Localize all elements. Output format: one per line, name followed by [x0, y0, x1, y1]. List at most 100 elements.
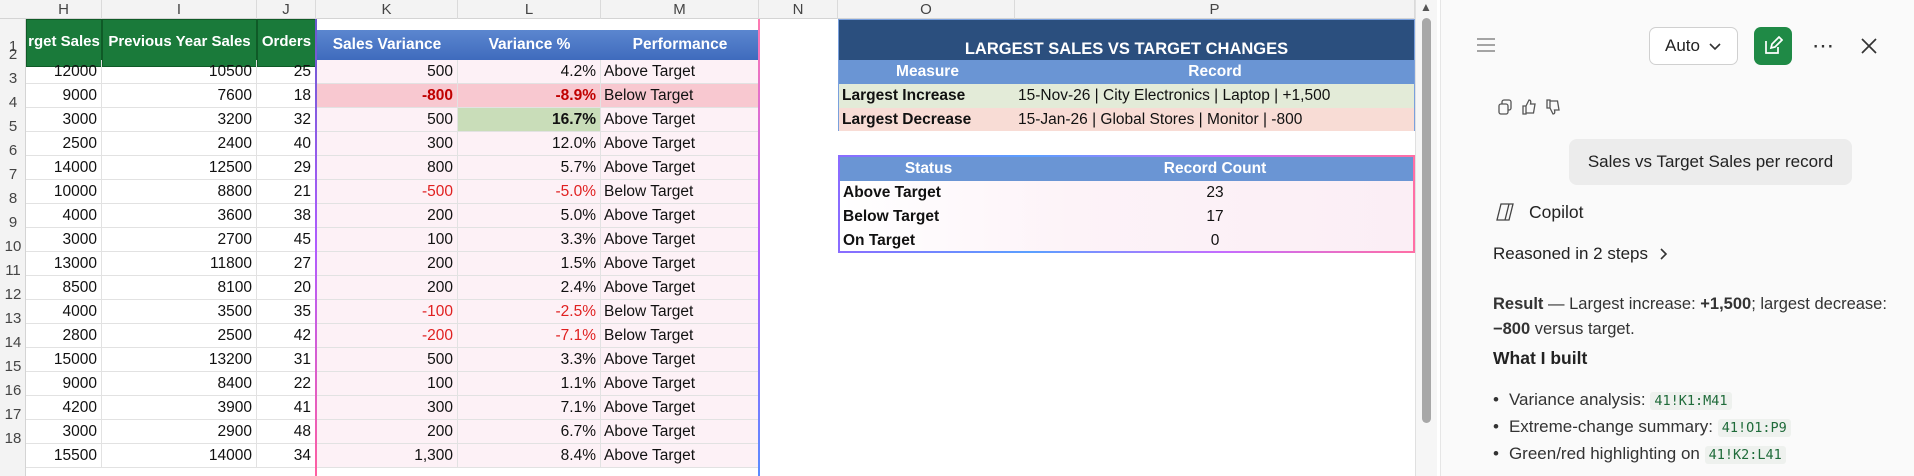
- table-cell-j[interactable]: 29: [257, 156, 316, 180]
- table-cell-l[interactable]: 1.1%: [458, 372, 601, 396]
- table-cell-l[interactable]: 3.3%: [458, 348, 601, 372]
- row-header[interactable]: 15: [0, 355, 26, 379]
- table-cell-l[interactable]: 5.0%: [458, 204, 601, 228]
- summary-decrease-record[interactable]: 15-Jan-26 | Global Stores | Monitor | -8…: [1018, 108, 1302, 132]
- table-cell-h[interactable]: 2500: [26, 132, 102, 156]
- table-cell-k[interactable]: 500: [316, 60, 458, 84]
- table-cell-h[interactable]: 3000: [26, 228, 102, 252]
- status-above-label[interactable]: Above Target: [843, 181, 941, 205]
- table-cell-h[interactable]: 13000: [26, 252, 102, 276]
- table-cell-h[interactable]: 9000: [26, 372, 102, 396]
- table-cell-l[interactable]: 4.2%: [458, 60, 601, 84]
- table-cell-j[interactable]: 22: [257, 372, 316, 396]
- table-cell-m[interactable]: Above Target: [601, 276, 759, 300]
- table-cell-h[interactable]: 3000: [26, 108, 102, 132]
- table-cell-j[interactable]: 40: [257, 132, 316, 156]
- table-cell-m[interactable]: Above Target: [601, 372, 759, 396]
- summary-measure-header[interactable]: Measure: [839, 60, 1016, 84]
- table-cell-h[interactable]: 8500: [26, 276, 102, 300]
- table-cell-i[interactable]: 3900: [102, 396, 257, 420]
- table-cell-h[interactable]: 4000: [26, 204, 102, 228]
- table-cell-l[interactable]: 12.0%: [458, 132, 601, 156]
- table-cell-h[interactable]: 3000: [26, 420, 102, 444]
- header-sales-variance[interactable]: Sales Variance: [316, 30, 458, 60]
- table-cell-i[interactable]: 10500: [102, 60, 257, 84]
- table-cell-j[interactable]: 18: [257, 84, 316, 108]
- table-cell-i[interactable]: 3500: [102, 300, 257, 324]
- row-header[interactable]: 10: [0, 235, 26, 259]
- column-header-i[interactable]: I: [102, 0, 257, 19]
- row-header[interactable]: 18: [0, 427, 26, 451]
- table-cell-l[interactable]: 3.3%: [458, 228, 601, 252]
- table-cell-m[interactable]: Above Target: [601, 228, 759, 252]
- column-header-o[interactable]: O: [838, 0, 1015, 19]
- table-cell-k[interactable]: 200: [316, 204, 458, 228]
- table-cell-i[interactable]: 2700: [102, 228, 257, 252]
- table-cell-h[interactable]: 12000: [26, 60, 102, 84]
- summary-increase-measure[interactable]: Largest Increase: [842, 84, 965, 108]
- table-cell-k[interactable]: -800: [316, 84, 458, 108]
- row-header[interactable]: 2: [0, 43, 26, 67]
- table-cell-i[interactable]: 13200: [102, 348, 257, 372]
- table-cell-j[interactable]: 38: [257, 204, 316, 228]
- table-cell-l[interactable]: -5.0%: [458, 180, 601, 204]
- more-icon[interactable]: ⋯: [1807, 30, 1839, 62]
- table-cell-m[interactable]: Above Target: [601, 60, 759, 84]
- row-header[interactable]: 3: [0, 67, 26, 91]
- table-cell-m[interactable]: Above Target: [601, 252, 759, 276]
- row-header[interactable]: 5: [0, 115, 26, 139]
- table-cell-j[interactable]: 25: [257, 60, 316, 84]
- range-reference-link[interactable]: 41!K1:M41: [1650, 392, 1732, 410]
- table-cell-l[interactable]: 2.4%: [458, 276, 601, 300]
- table-cell-i[interactable]: 2400: [102, 132, 257, 156]
- table-cell-k[interactable]: 100: [316, 372, 458, 396]
- table-cell-j[interactable]: 48: [257, 420, 316, 444]
- table-cell-j[interactable]: 35: [257, 300, 316, 324]
- column-header-h[interactable]: H: [26, 0, 102, 19]
- spreadsheet-grid[interactable]: H I J K L M N O P 1 2 3 4 5 6 7 8 9 10 11 12 13 14 15 1…: [0, 0, 1415, 476]
- summary-record-header[interactable]: Record: [1016, 60, 1414, 84]
- table-cell-m[interactable]: Below Target: [601, 84, 759, 108]
- table-cell-m[interactable]: Above Target: [601, 420, 759, 444]
- table-cell-j[interactable]: 20: [257, 276, 316, 300]
- table-cell-k[interactable]: -100: [316, 300, 458, 324]
- table-cell-i[interactable]: 2500: [102, 324, 257, 348]
- table-cell-k[interactable]: -500: [316, 180, 458, 204]
- table-cell-k[interactable]: 500: [316, 348, 458, 372]
- table-cell-j[interactable]: 21: [257, 180, 316, 204]
- table-cell-h[interactable]: 2800: [26, 324, 102, 348]
- table-cell-m[interactable]: Above Target: [601, 108, 759, 132]
- table-cell-m[interactable]: Above Target: [601, 396, 759, 420]
- table-cell-l[interactable]: 8.4%: [458, 444, 601, 468]
- table-cell-i[interactable]: 2900: [102, 420, 257, 444]
- row-header[interactable]: 16: [0, 379, 26, 403]
- table-cell-k[interactable]: 1,300: [316, 444, 458, 468]
- menu-icon[interactable]: [1475, 34, 1497, 56]
- table-cell-k[interactable]: 800: [316, 156, 458, 180]
- row-header[interactable]: 7: [0, 163, 26, 187]
- table-cell-i[interactable]: 8400: [102, 372, 257, 396]
- table-cell-m[interactable]: Above Target: [601, 132, 759, 156]
- count-header-cell[interactable]: Record Count: [1017, 157, 1413, 181]
- table-cell-k[interactable]: 200: [316, 252, 458, 276]
- table-cell-j[interactable]: 34: [257, 444, 316, 468]
- table-cell-k[interactable]: 500: [316, 108, 458, 132]
- table-cell-m[interactable]: Above Target: [601, 204, 759, 228]
- table-cell-k[interactable]: 300: [316, 132, 458, 156]
- status-header-cell[interactable]: Status: [840, 157, 1017, 181]
- mode-dropdown[interactable]: Auto: [1649, 27, 1738, 65]
- table-cell-h[interactable]: 14000: [26, 156, 102, 180]
- column-header-l[interactable]: L: [458, 0, 601, 19]
- table-cell-l[interactable]: 16.7%: [458, 108, 601, 132]
- table-cell-h[interactable]: 4200: [26, 396, 102, 420]
- table-cell-j[interactable]: 32: [257, 108, 316, 132]
- table-cell-h[interactable]: 9000: [26, 84, 102, 108]
- table-cell-i[interactable]: 3600: [102, 204, 257, 228]
- table-cell-i[interactable]: 3200: [102, 108, 257, 132]
- range-reference-link[interactable]: 41!K2:L41: [1704, 446, 1786, 464]
- table-cell-i[interactable]: 14000: [102, 444, 257, 468]
- thumbs-down-icon[interactable]: [1543, 97, 1563, 117]
- table-cell-k[interactable]: 300: [316, 396, 458, 420]
- table-cell-j[interactable]: 31: [257, 348, 316, 372]
- table-cell-j[interactable]: 42: [257, 324, 316, 348]
